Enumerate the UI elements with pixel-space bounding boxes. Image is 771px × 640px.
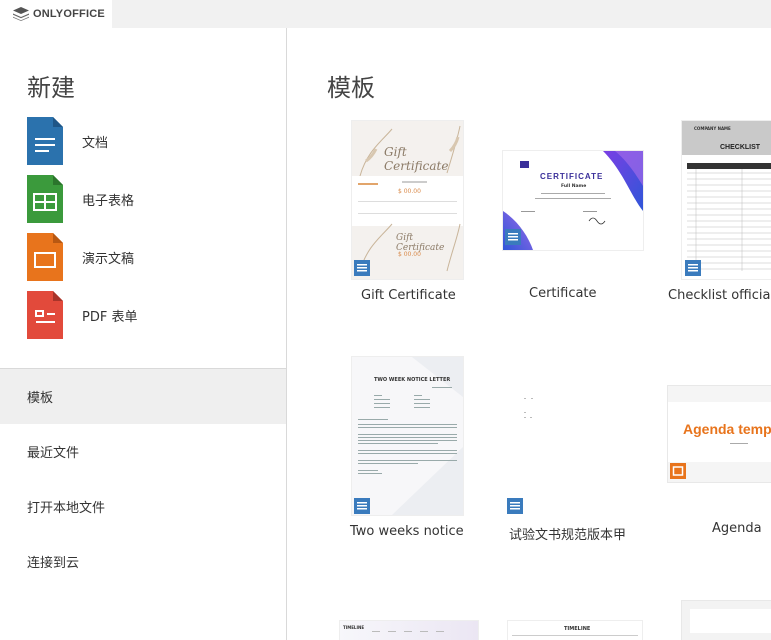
sidebar: 新建 文档 电子表格 演示文稿 PDF 表单 模板 最近文件 打开本地文件 连接… xyxy=(0,28,287,640)
template-card-agenda[interactable]: Agenda templ Agenda xyxy=(667,353,771,543)
thumb-heading-repeat: Gift Certificate xyxy=(396,233,445,253)
template-thumbnail: CERTIFICATE Full Name xyxy=(502,150,644,251)
template-card-checklist[interactable]: COMPANY NAME CHECKLIST Checklist officia… xyxy=(667,120,771,308)
thumb-heading: CERTIFICATE xyxy=(540,172,604,181)
thumb-amount: $ 00.00 xyxy=(398,188,421,195)
template-card-two-weeks-notice[interactable]: TWO WEEK NOTICE LETTER Two weeks notice xyxy=(341,353,472,543)
nav-recent-files-label: 最近文件 xyxy=(27,446,80,461)
nav-templates-label: 模板 xyxy=(27,391,54,406)
nav-connect-cloud[interactable]: 连接到云 xyxy=(0,534,286,589)
create-spreadsheet-label: 电子表格 xyxy=(82,193,135,209)
create-presentation-button[interactable]: 演示文稿 xyxy=(27,233,134,281)
template-thumbnail: Gift Certificate $ 00.00 Gift Certificat… xyxy=(351,120,464,280)
template-label: 试验文书规范版本甲 xyxy=(509,528,627,543)
thumb-company: COMPANY NAME xyxy=(694,126,731,131)
template-card-partial[interactable] xyxy=(681,600,771,640)
template-card-gift-certificate[interactable]: Gift Certificate $ 00.00 Gift Certificat… xyxy=(341,120,472,308)
nav-open-local-file[interactable]: 打开本地文件 xyxy=(0,479,286,534)
template-card-certificate[interactable]: CERTIFICATE Full Name Certificate xyxy=(497,120,647,308)
template-card-trial-document[interactable]: 试验文书规范版本甲 xyxy=(497,353,647,543)
template-thumbnail: TWO WEEK NOTICE LETTER xyxy=(351,356,464,516)
presentation-icon xyxy=(27,233,63,281)
template-label: Two weeks notice xyxy=(350,524,464,539)
nav-templates[interactable]: 模板 xyxy=(0,369,286,424)
template-label: Agenda xyxy=(712,521,762,536)
template-card-timeline-a[interactable]: TIMELINE xyxy=(339,620,479,640)
new-title: 新建 xyxy=(27,74,75,102)
pdf-form-icon xyxy=(27,291,63,339)
nav-recent-files[interactable]: 最近文件 xyxy=(0,424,286,479)
template-thumbnail xyxy=(681,600,771,640)
document-badge-icon xyxy=(505,229,521,245)
create-pdf-form-label: PDF 表单 xyxy=(82,309,138,325)
nav-connect-cloud-label: 连接到云 xyxy=(27,556,80,571)
nav-open-local-file-label: 打开本地文件 xyxy=(27,501,106,516)
document-badge-icon xyxy=(354,260,370,276)
thumb-heading: TWO WEEK NOTICE LETTER xyxy=(374,377,451,383)
template-label: Checklist official xyxy=(668,288,771,303)
create-document-label: 文档 xyxy=(82,135,109,151)
create-document-button[interactable]: 文档 xyxy=(27,117,108,165)
create-presentation-label: 演示文稿 xyxy=(82,251,135,267)
template-thumbnail xyxy=(512,373,632,513)
template-card-timeline-b[interactable]: TIMELINE xyxy=(507,620,643,640)
document-icon xyxy=(27,117,63,165)
document-badge-icon xyxy=(354,498,370,514)
document-badge-icon xyxy=(685,260,701,276)
template-label: Gift Certificate xyxy=(361,288,456,303)
spreadsheet-icon xyxy=(27,175,63,223)
thumb-amount-repeat: $ 00.00 xyxy=(398,251,421,258)
thumb-heading: CHECKLIST xyxy=(720,144,761,151)
create-spreadsheet-button[interactable]: 电子表格 xyxy=(27,175,134,223)
create-pdf-form-button[interactable]: PDF 表单 xyxy=(27,291,137,339)
templates-panel: 模板 Gift Certificate $ 00.00 Gift Certifi… xyxy=(287,28,771,640)
onlyoffice-logo-icon xyxy=(13,6,29,22)
presentation-badge-icon xyxy=(670,463,686,479)
template-thumbnail: COMPANY NAME CHECKLIST xyxy=(681,120,771,280)
app-brand: ONLYOFFICE xyxy=(33,8,105,20)
template-label: Certificate xyxy=(529,286,597,301)
template-thumbnail: TIMELINE xyxy=(507,620,643,640)
templates-title: 模板 xyxy=(327,74,375,102)
title-bar: ONLYOFFICE xyxy=(0,0,771,28)
app-tab[interactable]: ONLYOFFICE xyxy=(0,0,112,28)
thumb-heading: TIMELINE xyxy=(564,626,591,632)
thumb-heading: Agenda templ xyxy=(683,421,771,437)
thumb-heading: Gift Certificate xyxy=(384,145,449,173)
document-badge-icon xyxy=(507,498,523,514)
template-thumbnail: TIMELINE xyxy=(339,620,479,640)
thumb-name: Full Name xyxy=(561,184,587,189)
